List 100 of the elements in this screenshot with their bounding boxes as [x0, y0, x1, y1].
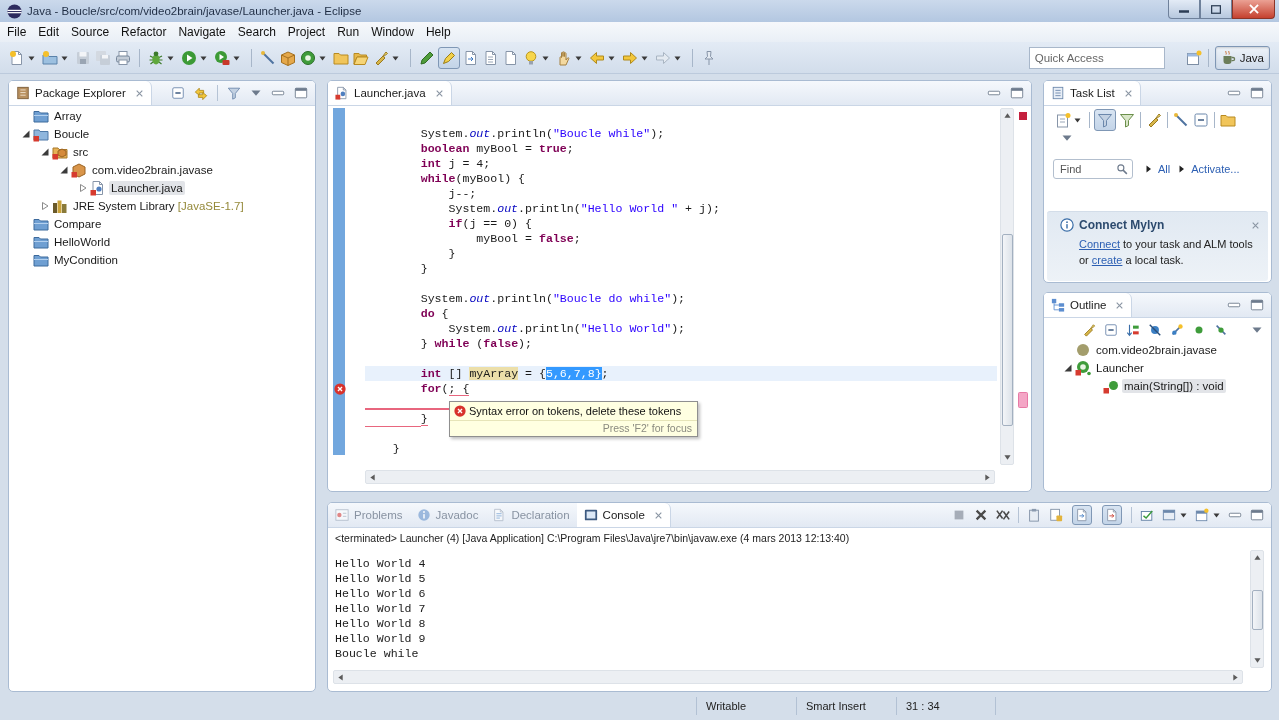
run-tool-icon[interactable] — [214, 49, 230, 66]
menu-item[interactable]: Help — [419, 24, 457, 40]
scroll-up-icon[interactable] — [1003, 112, 1011, 119]
quick-access-field[interactable]: Quick Access — [1028, 46, 1165, 69]
filter-link[interactable]: Activate... — [1191, 163, 1240, 175]
vertical-scrollbar[interactable] — [1250, 550, 1264, 668]
tree-item[interactable]: Launcher.java — [109, 181, 185, 195]
toggle-button[interactable] — [1072, 505, 1092, 525]
error-summary-icon[interactable] — [1018, 112, 1027, 120]
tree-item[interactable]: Compare — [52, 217, 104, 231]
save-icon[interactable] — [75, 49, 91, 66]
scroll-right-icon[interactable] — [1232, 673, 1239, 681]
close-button[interactable] — [1232, 0, 1275, 19]
collapse-all-icon[interactable] — [1193, 112, 1209, 128]
expanded-arrow-icon[interactable] — [41, 148, 49, 156]
folder-icon[interactable] — [1220, 112, 1236, 128]
stop-icon[interactable] — [952, 508, 966, 522]
toggle-button[interactable] — [1102, 505, 1122, 525]
scrollbar-thumb[interactable] — [1251, 590, 1263, 630]
close-icon[interactable] — [1251, 220, 1260, 230]
horizontal-scrollbar[interactable] — [365, 470, 995, 484]
tree-item[interactable]: MyCondition — [52, 253, 120, 267]
collapsed-arrow-icon[interactable] — [79, 184, 87, 192]
text-link[interactable]: create — [1091, 254, 1123, 266]
view-tab[interactable]: Task List — [1044, 81, 1141, 105]
menu-item[interactable]: File — [1, 24, 33, 40]
remove-icon[interactable] — [974, 508, 988, 522]
view-tab[interactable]: Outline — [1044, 293, 1133, 317]
scrollbar-thumb[interactable] — [1001, 234, 1013, 426]
bug-icon[interactable] — [148, 49, 164, 66]
find-field[interactable]: Find — [1053, 159, 1133, 179]
close-icon[interactable] — [434, 88, 444, 98]
menu-item[interactable]: Edit — [32, 24, 66, 40]
close-icon[interactable] — [1115, 300, 1125, 310]
error-icon[interactable] — [334, 382, 346, 395]
page-badge-icon[interactable] — [1049, 508, 1063, 522]
check-screen-icon[interactable] — [1140, 508, 1154, 522]
menu-item[interactable]: Source — [65, 24, 116, 40]
scroll-left-icon[interactable] — [337, 673, 344, 681]
tree-item[interactable]: com.video2brain.javase — [1094, 343, 1219, 357]
text-link[interactable]: Connect — [1079, 238, 1120, 250]
vertical-scrollbar[interactable] — [1000, 108, 1014, 465]
filter-link[interactable]: All — [1158, 163, 1171, 175]
tree-item[interactable]: Boucle — [52, 127, 92, 141]
error-mark-icon[interactable] — [1017, 392, 1028, 408]
toggle-button[interactable] — [438, 46, 460, 69]
close-icon[interactable] — [1123, 88, 1133, 98]
brush-icon[interactable] — [1146, 112, 1162, 128]
collapse-all-icon[interactable] — [171, 86, 185, 100]
pencil-icon[interactable] — [419, 49, 435, 66]
new-window-icon[interactable] — [1195, 508, 1209, 522]
package-box-icon[interactable] — [280, 49, 296, 66]
ring-icon[interactable] — [300, 49, 316, 66]
close-icon[interactable] — [134, 88, 144, 98]
funnel-icon[interactable] — [227, 86, 241, 100]
open-perspective-icon[interactable] — [1185, 49, 1202, 66]
view-tab[interactable]: Package Explorer — [9, 81, 152, 105]
expanded-arrow-icon[interactable] — [60, 166, 68, 174]
collapsed-arrow-icon[interactable] — [41, 202, 49, 210]
maximize-icon[interactable] — [1250, 298, 1264, 312]
dropdown-caret-icon[interactable] — [1180, 511, 1187, 519]
menu-item[interactable]: Refactor — [115, 24, 173, 40]
expanded-arrow-icon[interactable] — [1064, 364, 1072, 372]
page-arrow-icon[interactable] — [463, 49, 479, 66]
wand-icon[interactable] — [1173, 112, 1189, 128]
two-arrows-icon[interactable] — [194, 86, 208, 100]
dropdown-caret-icon[interactable] — [1074, 116, 1081, 124]
horizontal-scrollbar[interactable] — [333, 670, 1243, 684]
close-icon[interactable] — [653, 510, 663, 520]
scroll-down-icon[interactable] — [1253, 657, 1261, 664]
menu-item[interactable]: Run — [331, 24, 366, 40]
editor-tab[interactable]: Launcher.java — [328, 81, 452, 105]
print-icon[interactable] — [115, 49, 131, 66]
sort-icon[interactable] — [1126, 323, 1140, 337]
scroll-right-icon[interactable] — [984, 473, 991, 481]
view-tab[interactable]: Console — [576, 503, 671, 527]
maximize-icon[interactable] — [1250, 508, 1264, 522]
minimize-button[interactable] — [1168, 0, 1200, 19]
tree-item[interactable]: main(String[]) : void — [1122, 379, 1226, 393]
menu-item[interactable]: Navigate — [172, 24, 232, 40]
funnel-icon[interactable] — [1119, 112, 1135, 128]
wand-icon[interactable] — [260, 49, 276, 66]
run-icon[interactable] — [181, 49, 197, 66]
page-icon[interactable] — [503, 49, 519, 66]
scroll-left-icon[interactable] — [369, 473, 376, 481]
remove-all-icon[interactable] — [996, 508, 1010, 522]
menu-item[interactable]: Search — [231, 24, 282, 40]
expanded-arrow-icon[interactable] — [22, 130, 30, 138]
maximize-button[interactable] — [1200, 0, 1232, 19]
tree-item[interactable]: Array — [52, 109, 84, 123]
tree-item[interactable]: JRE System Library [JavaSE-1.7] — [71, 199, 246, 213]
scroll-down-icon[interactable] — [1003, 454, 1011, 461]
page-icon[interactable] — [483, 49, 499, 66]
search-icon[interactable] — [1116, 163, 1128, 175]
dropdown-caret-icon[interactable] — [1213, 511, 1220, 519]
tree-item[interactable]: Launcher — [1094, 361, 1146, 375]
collapse-all-icon[interactable] — [1104, 323, 1118, 337]
menu-item[interactable]: Window — [365, 24, 420, 40]
maximize-icon[interactable] — [294, 86, 308, 100]
scroll-up-icon[interactable] — [1253, 554, 1261, 561]
